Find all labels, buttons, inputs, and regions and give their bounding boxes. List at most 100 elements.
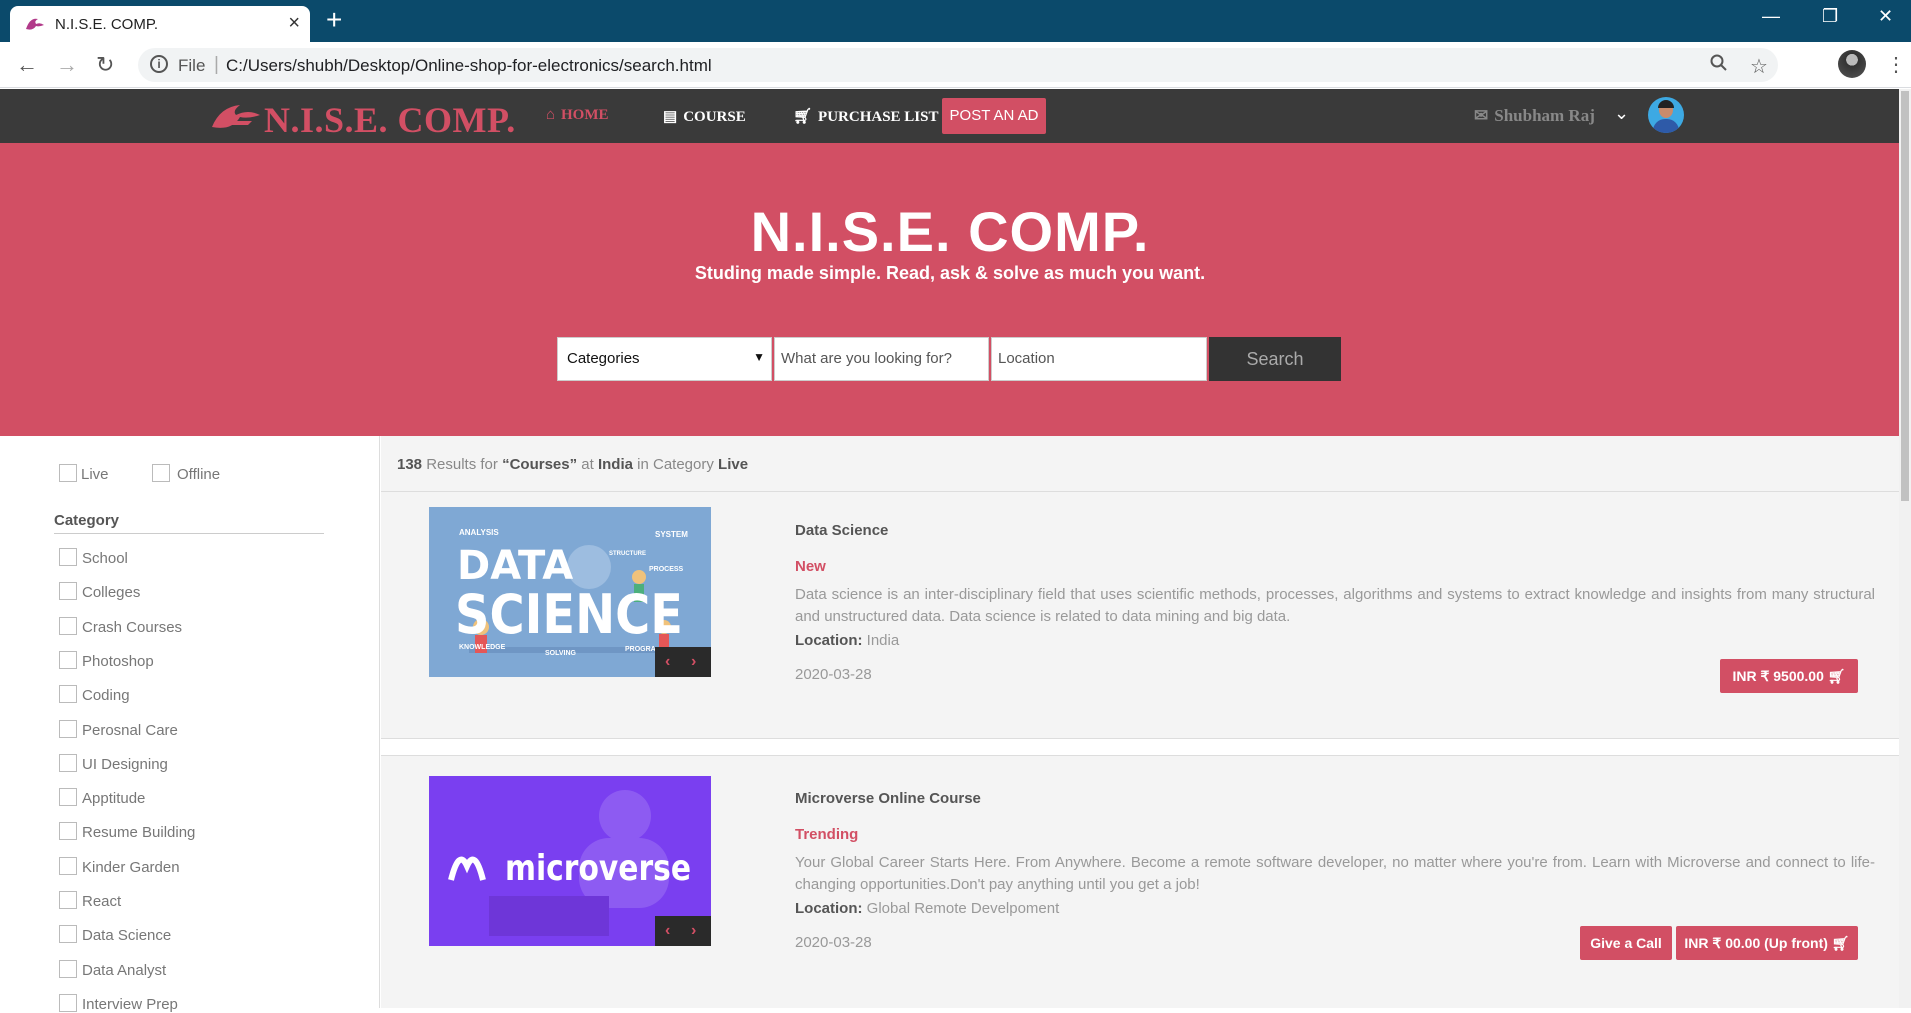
keyword-input[interactable]: What are you looking for? bbox=[774, 337, 989, 381]
thumb-tag: SOLVING bbox=[545, 650, 577, 657]
tab-title: N.I.S.E. COMP. bbox=[55, 16, 159, 33]
new-tab-button[interactable]: + bbox=[326, 4, 342, 36]
category-label: Perosnal Care bbox=[82, 721, 178, 739]
offline-label: Offline bbox=[177, 466, 221, 483]
results-summary: 138 Results for “Courses” at India in Ca… bbox=[397, 456, 748, 473]
chevron-down-icon[interactable]: ⌄ bbox=[1614, 103, 1629, 124]
price-label: INR ₹ 00.00 (Up front) bbox=[1684, 935, 1828, 951]
omnibox-separator: | bbox=[214, 54, 219, 75]
location-input[interactable]: Location bbox=[991, 337, 1207, 381]
envelope-icon: ✉ bbox=[1474, 106, 1489, 125]
dropdown-arrow-icon: ▼ bbox=[753, 350, 765, 364]
price-button[interactable]: INR ₹ 9500.00 🛒︎ bbox=[1720, 659, 1858, 693]
category-divider bbox=[54, 533, 324, 534]
hero-banner: N.I.S.E. COMP. Studing made simple. Read… bbox=[0, 143, 1911, 436]
category-checkbox[interactable] bbox=[59, 856, 77, 875]
category-checkbox[interactable] bbox=[59, 582, 77, 601]
thumb-heading-2: SCIENCE bbox=[455, 583, 683, 646]
location-label: Location: bbox=[795, 632, 863, 649]
location-value: India bbox=[866, 632, 900, 649]
course-title[interactable]: Microverse Online Course bbox=[795, 790, 981, 807]
browser-tab[interactable]: N.I.S.E. COMP. × bbox=[10, 6, 310, 42]
category-checkbox[interactable] bbox=[59, 719, 77, 738]
file-label: File bbox=[178, 56, 206, 75]
course-date: 2020-03-28 bbox=[795, 934, 872, 951]
course-thumbnail[interactable]: ANALYSIS SYSTEM STRUCTURE PROCESS KNOWLE… bbox=[429, 507, 711, 677]
thumb-tag: PROCESS bbox=[649, 566, 684, 573]
bookmark-star-icon[interactable]: ☆ bbox=[1750, 54, 1768, 79]
results-in-category-text: in Category bbox=[637, 456, 714, 473]
live-label: Live bbox=[81, 466, 109, 483]
category-checkbox[interactable] bbox=[59, 685, 77, 704]
hero-subtitle: Studing made simple. Read, ask & solve a… bbox=[694, 263, 1206, 283]
page-scrollbar[interactable] bbox=[1899, 89, 1911, 1008]
restore-icon[interactable]: ❐ bbox=[1822, 6, 1838, 27]
give-a-call-button[interactable]: Give a Call bbox=[1580, 926, 1672, 960]
close-window-icon[interactable]: ✕ bbox=[1878, 6, 1893, 27]
category-label: UI Designing bbox=[82, 755, 168, 773]
course-badge: Trending bbox=[795, 826, 859, 843]
category-checkbox[interactable] bbox=[59, 891, 77, 909]
back-icon[interactable]: ← bbox=[16, 52, 38, 78]
brand-wordmark: microverse bbox=[505, 848, 691, 889]
category-checkbox[interactable] bbox=[59, 959, 77, 978]
chevron-right-icon[interactable]: › bbox=[691, 653, 696, 671]
chevron-right-icon[interactable]: › bbox=[691, 922, 696, 940]
nav-course[interactable]: ▤ COURSE bbox=[663, 107, 746, 126]
minimize-icon[interactable]: — bbox=[1762, 6, 1780, 27]
category-checkbox[interactable] bbox=[59, 993, 77, 1012]
results-place: India bbox=[597, 456, 633, 473]
cart-icon: 🛒︎ bbox=[793, 109, 813, 125]
user-avatar[interactable] bbox=[1648, 97, 1684, 133]
chevron-left-icon[interactable]: ‹ bbox=[665, 653, 670, 671]
category-label: Apptitude bbox=[82, 790, 146, 808]
zoom-icon[interactable] bbox=[1710, 54, 1728, 78]
offline-checkbox[interactable] bbox=[152, 464, 170, 482]
category-checkbox[interactable] bbox=[59, 822, 77, 841]
browser-profile-avatar[interactable] bbox=[1838, 50, 1866, 78]
browser-menu-icon[interactable]: ⋮ bbox=[1886, 52, 1906, 77]
live-checkbox[interactable] bbox=[59, 464, 77, 482]
address-bar: ← → ↻ i File | C:/Users/shubh/Desktop/On… bbox=[0, 42, 1911, 88]
price-button[interactable]: INR ₹ 00.00 (Up front) 🛒︎ bbox=[1676, 926, 1858, 960]
results-panel: 138 Results for “Courses” at India in Ca… bbox=[381, 436, 1899, 1008]
results-for-text: Results for bbox=[426, 456, 498, 473]
user-menu[interactable]: ✉ Shubham Raj bbox=[1474, 106, 1595, 126]
category-checkbox[interactable] bbox=[59, 616, 77, 635]
forward-icon[interactable]: → bbox=[56, 52, 78, 78]
filter-sidebar: Live Offline Category School Colleges Cras… bbox=[0, 436, 380, 1013]
nav-purchase-list[interactable]: 🛒︎ PURCHASE LIST bbox=[793, 107, 939, 126]
course-badge: New bbox=[795, 558, 826, 575]
chevron-left-icon[interactable]: ‹ bbox=[665, 922, 670, 940]
thumb-tag: STRUCTURE bbox=[609, 551, 646, 557]
info-icon[interactable]: i bbox=[150, 55, 168, 73]
reload-icon[interactable]: ↻ bbox=[96, 52, 114, 78]
category-checkbox[interactable] bbox=[59, 548, 77, 566]
hero-title: N.I.S.E. COMP. bbox=[750, 200, 1150, 263]
course-title[interactable]: Data Science bbox=[795, 522, 888, 539]
list-icon: ▤ bbox=[663, 109, 678, 125]
url-text[interactable]: C:/Users/shubh/Desktop/Online-shop-for-e… bbox=[226, 56, 712, 76]
category-checkbox[interactable] bbox=[59, 650, 77, 669]
search-button[interactable]: Search bbox=[1209, 337, 1341, 381]
course-date: 2020-03-28 bbox=[795, 666, 872, 683]
category-select[interactable]: Categories ▼ bbox=[557, 337, 772, 381]
nav-course-label: COURSE bbox=[683, 109, 746, 125]
results-count: 138 bbox=[397, 456, 423, 473]
post-ad-button[interactable]: POST AN AD bbox=[942, 98, 1046, 134]
category-checkbox[interactable] bbox=[59, 788, 77, 807]
category-label: Photoshop bbox=[82, 652, 154, 670]
category-heading: Category bbox=[54, 512, 120, 529]
omnibox[interactable]: i File | C:/Users/shubh/Desktop/Online-s… bbox=[138, 48, 1778, 82]
cart-icon: 🛒︎ bbox=[1827, 668, 1846, 684]
nav-home[interactable]: ⌂ HOME bbox=[546, 107, 609, 124]
scrollbar-thumb[interactable] bbox=[1901, 91, 1909, 501]
close-tab-icon[interactable]: × bbox=[288, 12, 300, 35]
category-label: Colleges bbox=[82, 584, 141, 602]
category-label: Coding bbox=[82, 687, 130, 705]
cart-icon: 🛒︎ bbox=[1831, 935, 1850, 951]
category-checkbox[interactable] bbox=[59, 753, 77, 772]
category-checkbox[interactable] bbox=[59, 925, 77, 944]
thumb-tag: ANALYSIS bbox=[459, 528, 499, 537]
course-thumbnail[interactable]: microverse ‹ › bbox=[429, 776, 711, 946]
